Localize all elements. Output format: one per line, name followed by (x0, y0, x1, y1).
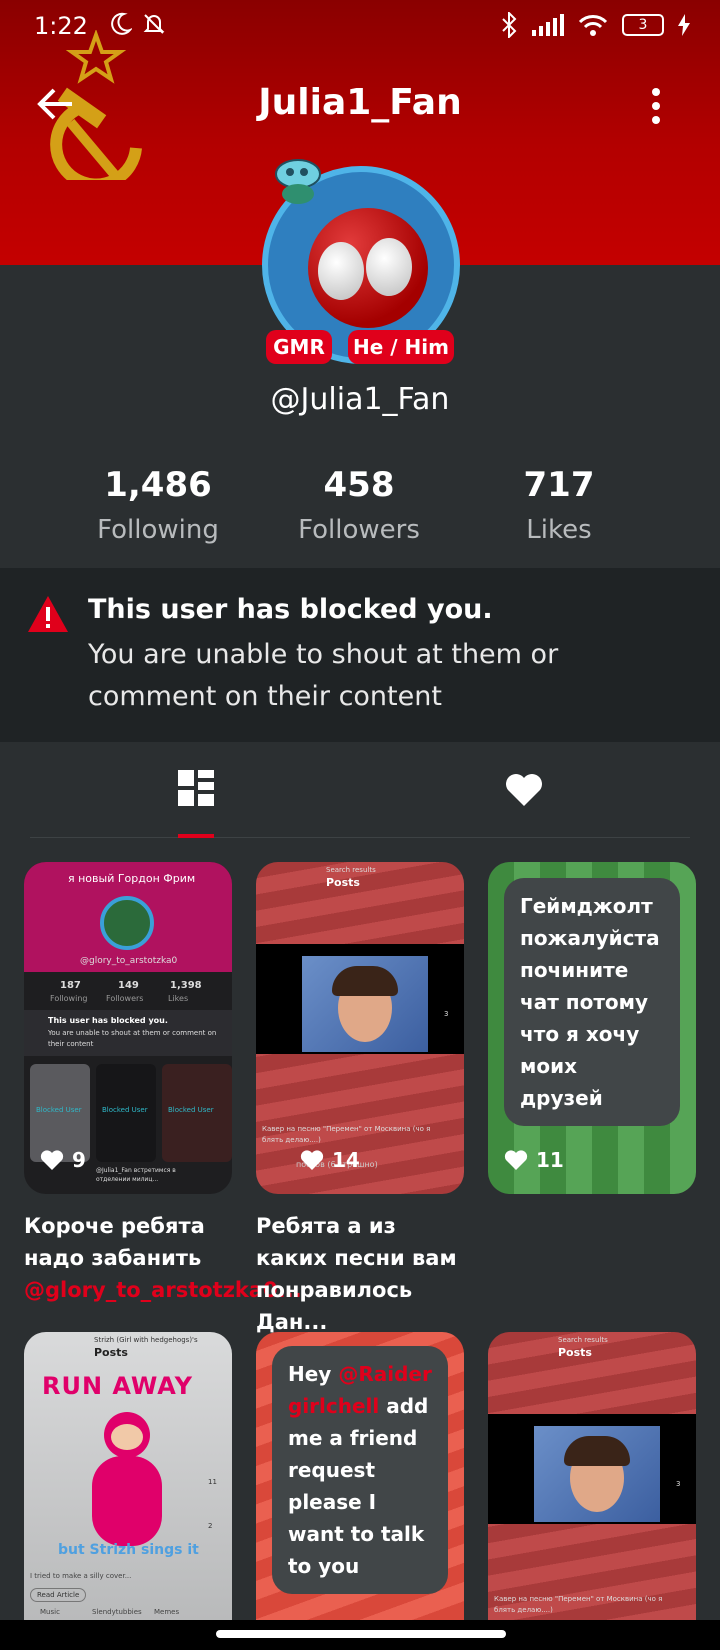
mini-notice-text: You are unable to shout at them or comme… (48, 1029, 217, 1048)
mini-video (256, 944, 464, 1054)
likes-stat[interactable]: 717 Likes (459, 465, 659, 545)
post-text-bubble: Геймджолт пожалуйста почините чат потому… (504, 878, 680, 1126)
more-options-icon[interactable] (648, 86, 664, 126)
mini-label-following: Following (50, 994, 88, 1003)
mini-header: Posts (94, 1346, 128, 1359)
mini-tag: Memes (154, 1608, 180, 1616)
post-likes: 9 (40, 1148, 86, 1172)
mini-like-count: 3 (676, 1480, 681, 1488)
mini-stat-likes: 1,398 (170, 980, 202, 991)
mini-tag: Slendytubbies (92, 1608, 142, 1616)
mini-blocked-tile: Blocked User (96, 1064, 156, 1162)
post-text-bubble: Hey @Raider girlchell add me a friend re… (272, 1346, 448, 1594)
status-time: 1:22 (34, 12, 88, 40)
mini-comment-count: 2 (208, 1522, 213, 1530)
page-title: Julia1_Fan (258, 82, 462, 123)
mini-header-small: Search results (558, 1336, 608, 1344)
mini-video (488, 1414, 696, 1524)
post-card-6[interactable]: Search results Posts 3 Кавер на песню "П… (488, 1332, 696, 1620)
mini-footer: Кавер на песню "Перемен" от Москвина (чо… (494, 1595, 663, 1614)
mini-subtitle: but Strizh sings it (58, 1542, 199, 1558)
mini-description: I tried to make a silly cover... (30, 1572, 132, 1580)
post-likes: 14 (300, 1148, 360, 1172)
status-bar: 1:22 3 (0, 0, 720, 56)
heart-icon (40, 1150, 64, 1170)
mini-notice: This user has blocked you. You are unabl… (24, 1010, 232, 1056)
post-card-1[interactable]: я новый Гордон Фрим @glory_to_arstotzka0… (24, 862, 232, 1194)
mini-stat-following: 187 (60, 980, 81, 991)
mini-video-thumbnail (302, 956, 428, 1052)
post-like-count: 9 (72, 1148, 86, 1172)
mini-like-count: 3 (444, 1010, 449, 1018)
mini-avatar (100, 896, 154, 950)
home-indicator[interactable] (216, 1630, 506, 1638)
post-caption-2[interactable]: Ребята а из каких песни вам понравилось … (256, 1210, 466, 1338)
post-likes: 11 (504, 1148, 564, 1172)
signal-icon (532, 14, 564, 36)
followers-count: 458 (323, 465, 395, 505)
mini-stat-followers: 149 (118, 980, 139, 991)
heart-icon (300, 1150, 324, 1170)
mini-read-article-button: Read Article (30, 1588, 87, 1602)
mini-label-likes: Likes (168, 994, 189, 1003)
post-card-3[interactable]: Геймджолт пожалуйста почините чат потому… (488, 862, 696, 1194)
post-card-4[interactable]: Strizh (Girl with hedgehogs)'s Posts RUN… (24, 1332, 232, 1620)
mini-footer: @Julia1_Fan встретимся в отделении милиц… (96, 1167, 176, 1183)
heart-icon (504, 1150, 528, 1170)
battery-icon: 3 (622, 14, 664, 36)
mini-label-followers: Followers (106, 994, 144, 1003)
avatar-decoration-icon (275, 159, 321, 204)
mini-title: я новый Гордон Фрим (68, 872, 196, 885)
post-caption-1[interactable]: Короче ребята надо забанить @glory_to_ar… (24, 1210, 302, 1306)
bluetooth-icon (502, 12, 517, 38)
pronouns-badge: He / Him (348, 330, 454, 364)
followers-label: Followers (298, 515, 420, 545)
blocked-text: You are unable to shout at them or comme… (88, 639, 559, 712)
mini-header-small: Search results (326, 866, 376, 874)
mini-video-thumbnail (534, 1426, 660, 1522)
bell-off-icon (143, 14, 165, 34)
posts-grid-tab-icon[interactable] (166, 760, 226, 820)
following-count: 1,486 (104, 465, 212, 505)
likes-label: Likes (526, 515, 592, 545)
post-like-count: 11 (536, 1148, 564, 1172)
mini-header: Posts (558, 1346, 592, 1359)
mini-header-small: Strizh (Girl with hedgehogs)'s (94, 1336, 198, 1344)
mini-blocked-tile: Blocked User (162, 1064, 232, 1162)
mini-blocked-label: Blocked User (168, 1106, 214, 1114)
tab-divider (30, 837, 690, 838)
battery-level: 3 (638, 17, 648, 33)
blocked-notice: This user has blocked you. You are unabl… (0, 568, 720, 742)
mini-handle: @glory_to_arstotzka0 (80, 956, 178, 966)
post-card-2[interactable]: Search results Posts 3 Кавер на песню "П… (256, 862, 464, 1194)
moon-icon (111, 12, 132, 35)
mini-character (84, 1412, 170, 1562)
wifi-icon (578, 15, 608, 36)
post-caption-text: Короче ребята надо забанить (24, 1214, 205, 1270)
post-text-before: Hey (288, 1362, 339, 1386)
avatar-image (308, 208, 428, 328)
followers-stat[interactable]: 458 Followers (259, 465, 459, 545)
mini-title: RUN AWAY (42, 1372, 193, 1400)
active-tab-indicator (178, 834, 214, 838)
blocked-title: This user has blocked you. (88, 594, 493, 625)
mini-blocked-label: Blocked User (36, 1106, 82, 1114)
likes-count: 717 (523, 465, 595, 505)
gmr-badge: GMR (266, 330, 332, 364)
mini-like-count: 11 (208, 1478, 217, 1486)
liked-tab-heart-icon[interactable] (494, 760, 554, 820)
following-label: Following (97, 515, 219, 545)
post-text-after: add me a friend request please I want to… (288, 1394, 429, 1578)
mini-blocked-label: Blocked User (102, 1106, 148, 1114)
charging-icon (678, 14, 690, 36)
following-stat[interactable]: 1,486 Following (58, 465, 258, 545)
warning-icon (28, 596, 68, 632)
post-like-count: 14 (332, 1148, 360, 1172)
mini-header: Posts (326, 876, 360, 889)
profile-handle: @Julia1_Fan (270, 382, 450, 417)
mini-notice-title: This user has blocked you. (48, 1016, 168, 1025)
post-card-5[interactable]: Hey @Raider girlchell add me a friend re… (256, 1332, 464, 1620)
mini-footer: Кавер на песню "Перемен" от Москвина (чо… (262, 1125, 431, 1144)
mini-tag: Music (40, 1608, 60, 1616)
